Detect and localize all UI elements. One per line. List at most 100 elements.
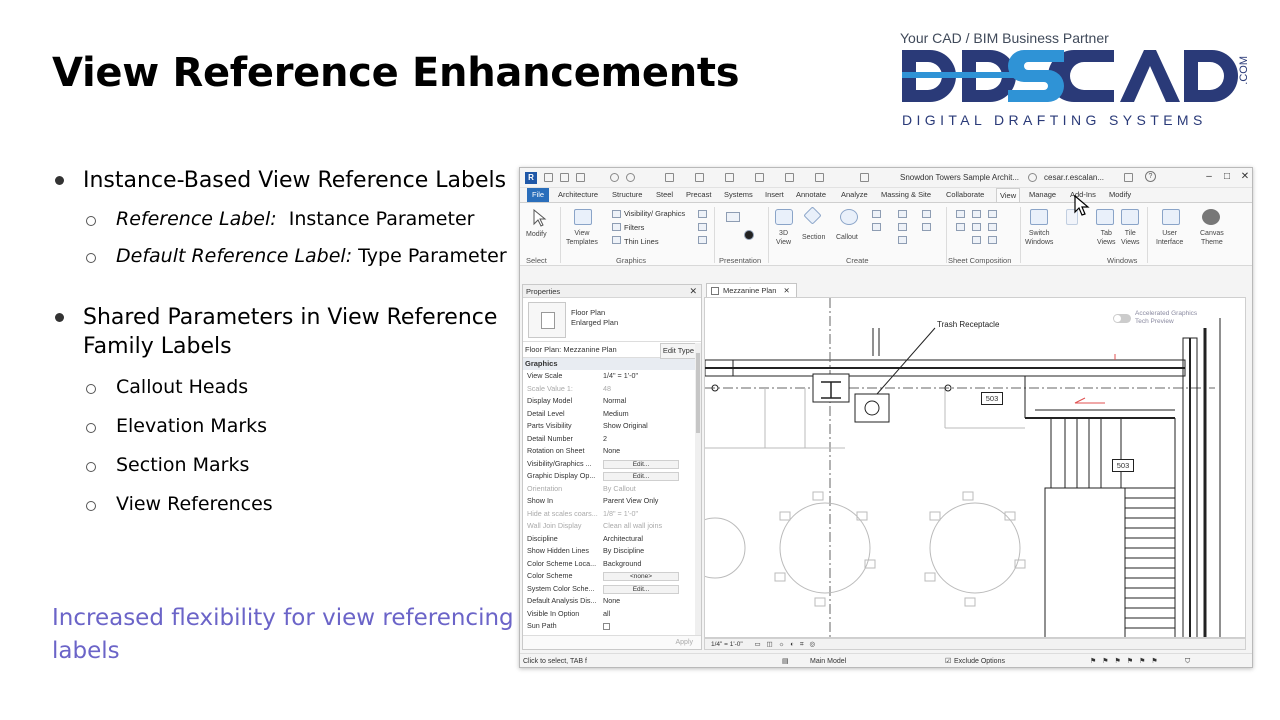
binoculars-icon[interactable] xyxy=(1028,173,1037,182)
shadows-icon[interactable]: ◐ xyxy=(790,641,794,648)
tile-views-button[interactable]: Tile Views xyxy=(1121,229,1140,247)
place-view-icon[interactable] xyxy=(972,210,981,218)
selection-filter-icon[interactable]: ⚑⚑⚑⚑⚑⚑ xyxy=(1090,654,1164,667)
panel-sheet-composition[interactable]: Sheet Composition xyxy=(948,256,1011,265)
open-icon[interactable] xyxy=(544,173,553,182)
redo-icon[interactable] xyxy=(626,173,635,182)
thin-lines-button[interactable]: Thin Lines xyxy=(624,237,659,246)
tab-mezzanine-plan[interactable]: Mezzanine Plan ✕ xyxy=(706,283,797,297)
sun-path-icon[interactable]: ☼ xyxy=(778,641,784,648)
3d-view-button[interactable]: 3D View xyxy=(776,229,791,247)
instance-selector[interactable]: Floor Plan: Mezzanine Plan Edit Type xyxy=(523,342,701,359)
property-row[interactable]: Color Scheme <none> xyxy=(523,570,701,583)
plan-views-icon[interactable] xyxy=(872,210,881,218)
switch-windows-icon[interactable] xyxy=(1030,209,1048,225)
view-templates-button[interactable]: View Templates xyxy=(566,229,598,247)
tab-systems[interactable]: Systems xyxy=(724,188,753,202)
property-value[interactable]: 1/4" = 1'-0" xyxy=(603,370,681,383)
property-value[interactable]: Background xyxy=(603,558,681,571)
edit-type-button[interactable]: Edit Type xyxy=(659,343,697,359)
property-row[interactable]: Sun Path xyxy=(523,620,701,633)
property-value[interactable]: Show Original xyxy=(603,420,681,433)
panel-windows[interactable]: Windows xyxy=(1107,256,1137,265)
canvas-theme-button[interactable]: Canvas Theme xyxy=(1200,229,1224,247)
switch-windows-icon[interactable] xyxy=(860,173,869,182)
tab-views-icon[interactable] xyxy=(1096,209,1114,225)
tab-annotate[interactable]: Annotate xyxy=(796,188,826,202)
tab-file[interactable]: File xyxy=(527,188,550,202)
filters-button[interactable]: Filters xyxy=(624,223,644,232)
tab-views-button[interactable]: Tab Views xyxy=(1097,229,1116,247)
tab-steel[interactable]: Steel xyxy=(656,188,673,202)
tab-architecture[interactable]: Architecture xyxy=(558,188,598,202)
design-options-value[interactable]: Main Model xyxy=(810,654,846,667)
measure-icon[interactable] xyxy=(695,173,704,182)
property-edit-button[interactable]: Edit... xyxy=(603,472,679,481)
close-hidden-icon[interactable] xyxy=(815,173,824,182)
text-icon[interactable] xyxy=(725,173,734,182)
property-value[interactable]: None xyxy=(603,595,681,608)
accelerated-graphics-toggle[interactable] xyxy=(1113,314,1131,323)
property-row[interactable]: Rotation on Sheet None xyxy=(523,445,701,458)
filter-icon[interactable]: ⛉ xyxy=(1185,654,1190,667)
title-block-icon[interactable] xyxy=(988,210,997,218)
tab-view[interactable]: View xyxy=(996,188,1021,202)
visual-style-icon[interactable]: ◫ xyxy=(766,641,772,648)
type-selector[interactable]: Floor Plan Enlarged Plan xyxy=(523,298,701,342)
view-reference-tag[interactable]: 503 xyxy=(1112,459,1134,472)
sun-path-checkbox[interactable] xyxy=(603,623,610,630)
3d-view-icon[interactable] xyxy=(755,173,764,182)
property-row[interactable]: Hide at scales coars... 1/8" = 1'-0" xyxy=(523,508,701,521)
view-reference-icon[interactable] xyxy=(972,236,981,244)
detail-level-icon[interactable]: ▭ xyxy=(755,641,761,648)
property-value[interactable]: Parent View Only xyxy=(603,495,681,508)
schedules-icon[interactable] xyxy=(922,223,931,231)
matchline-icon[interactable] xyxy=(988,223,997,231)
legends-icon[interactable] xyxy=(922,210,931,218)
help-icon[interactable]: ? xyxy=(1145,171,1156,182)
callout-button[interactable]: Callout xyxy=(836,233,858,242)
duplicate-view-icon[interactable] xyxy=(898,223,907,231)
property-row[interactable]: Scale Value 1: 48 xyxy=(523,383,701,396)
exclude-options-checkbox[interactable]: ☑ xyxy=(945,654,951,667)
tab-structure[interactable]: Structure xyxy=(612,188,642,202)
section-tool-icon[interactable] xyxy=(803,206,822,225)
property-row[interactable]: Detail Number 2 xyxy=(523,433,701,446)
property-value[interactable]: 2 xyxy=(603,433,681,446)
property-row[interactable]: Default Analysis Dis... None xyxy=(523,595,701,608)
property-row[interactable]: Show Hidden Lines By Discipline xyxy=(523,545,701,558)
tab-insert[interactable]: Insert xyxy=(765,188,784,202)
switch-windows-button[interactable]: Switch Windows xyxy=(1025,229,1053,247)
property-row[interactable]: Discipline Architectural xyxy=(523,533,701,546)
property-value[interactable]: Medium xyxy=(603,408,681,421)
property-edit-button[interactable]: Edit... xyxy=(603,584,679,594)
tab-modify[interactable]: Modify xyxy=(1109,188,1131,202)
property-edit-button[interactable]: <none> xyxy=(603,572,679,581)
view-reference-tag[interactable]: 503 xyxy=(981,392,1003,405)
close-button[interactable]: ✕ xyxy=(1238,171,1252,184)
property-value[interactable]: None xyxy=(603,445,681,458)
view-scale[interactable]: 1/4" = 1'-0" xyxy=(711,641,743,648)
property-edit-button[interactable]: Edit... xyxy=(603,459,679,469)
modify-button[interactable]: Modify xyxy=(526,230,547,239)
modify-arrow-icon[interactable] xyxy=(530,208,548,227)
maximize-button[interactable]: □ xyxy=(1220,171,1234,184)
property-row[interactable]: Color Scheme Loca... Background xyxy=(523,558,701,571)
crop-view-icon[interactable]: ⌗ xyxy=(800,641,804,648)
user-interface-icon[interactable] xyxy=(1162,209,1180,225)
cart-icon[interactable] xyxy=(1124,173,1133,182)
graphics-tool-icon[interactable] xyxy=(698,210,707,218)
property-value[interactable]: Normal xyxy=(603,395,681,408)
property-row[interactable]: Orientation By Callout xyxy=(523,483,701,496)
drafting-view-icon[interactable] xyxy=(898,210,907,218)
tab-massing[interactable]: Massing & Site xyxy=(881,188,931,202)
graphics-tool-icon[interactable] xyxy=(698,236,707,244)
render-icon[interactable] xyxy=(726,212,740,222)
panel-create[interactable]: Create xyxy=(846,256,869,265)
render-gallery-icon[interactable] xyxy=(744,230,754,240)
property-value[interactable]: By Discipline xyxy=(603,545,681,558)
property-row[interactable]: Visible In Option all xyxy=(523,608,701,621)
sheet-icon[interactable] xyxy=(956,210,965,218)
property-row[interactable]: Graphic Display Op... Edit... xyxy=(523,470,701,483)
user-interface-button[interactable]: User Interface xyxy=(1156,229,1183,247)
